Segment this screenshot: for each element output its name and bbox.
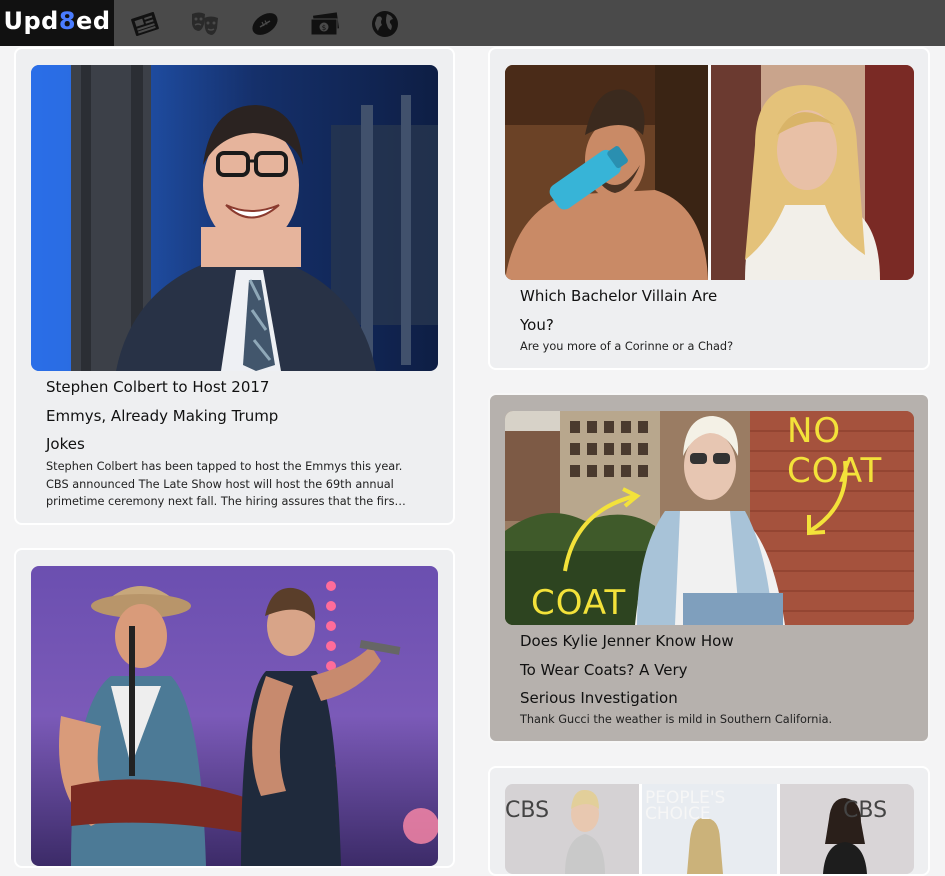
photo-text-peoples-choice: PEOPLE'S CHOICE — [645, 788, 726, 824]
globe-icon[interactable] — [369, 9, 401, 39]
top-nav-bar: Upd8ed $ — [0, 0, 945, 46]
article-card-peoples-choice[interactable]: CBS PEOPLE'S CHOICE CBS — [488, 766, 930, 876]
logo-suffix: ed — [76, 7, 111, 35]
article-description: Are you more of a Corinne or a Chad? — [520, 340, 734, 353]
article-description: Thank Gucci the weather is mild in South… — [520, 713, 833, 726]
article-title[interactable]: Does Kylie Jenner Know How To Wear Coats… — [520, 627, 735, 713]
article-image-peoples-choice[interactable]: CBS PEOPLE'S CHOICE CBS — [505, 784, 914, 874]
svg-text:$: $ — [322, 24, 326, 32]
photo-label-no-coat: NO COAT — [787, 411, 883, 491]
article-card-colbert[interactable]: Stephen Colbert to Host 2017 Emmys, Alre… — [14, 47, 455, 525]
site-logo[interactable]: Upd8ed — [0, 0, 114, 46]
logo-eight: 8 — [58, 7, 77, 35]
football-icon[interactable] — [249, 9, 281, 39]
photo-text-cbs-right: CBS — [843, 798, 888, 823]
logo-prefix: Upd — [3, 7, 59, 35]
article-card-kylie[interactable]: NO COAT COAT Does Kylie Jenner Know How … — [488, 393, 930, 743]
article-image-kylie[interactable]: NO COAT COAT — [505, 411, 914, 625]
article-description: Stephen Colbert has been tapped to host … — [46, 460, 403, 508]
article-image-colbert[interactable] — [31, 65, 438, 371]
photo-label-coat: COAT — [531, 583, 627, 623]
newspaper-icon[interactable] — [129, 9, 161, 39]
photo-text-cbs-left: CBS — [505, 798, 550, 823]
article-title[interactable]: Which Bachelor Villain Are You? — [520, 282, 720, 339]
article-image-bachelor[interactable] — [505, 65, 914, 280]
money-icon[interactable]: $ — [309, 9, 341, 39]
article-card-bachelor[interactable]: Which Bachelor Villain Are You? Are you … — [488, 47, 930, 370]
article-image-concert[interactable] — [31, 566, 438, 866]
article-card-concert[interactable] — [14, 548, 455, 868]
theater-masks-icon[interactable] — [189, 9, 221, 39]
article-title[interactable]: Stephen Colbert to Host 2017 Emmys, Alre… — [46, 373, 286, 459]
